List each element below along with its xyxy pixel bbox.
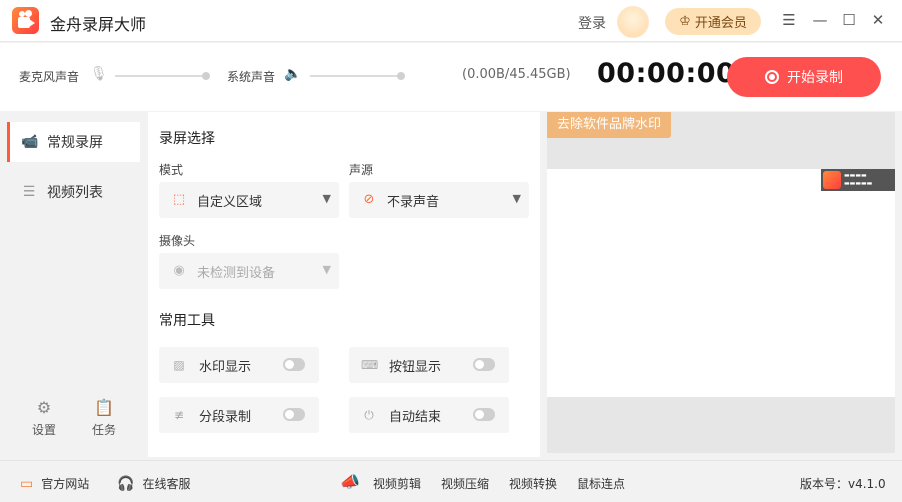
version-label: 版本号：v4.1.0 [800, 477, 886, 491]
login-link[interactable]: 登录 [578, 13, 606, 33]
app-logo-icon [12, 7, 39, 34]
system-volume-slider[interactable] [310, 72, 405, 80]
sidebar-item-regular-recording[interactable]: 📹 常规录屏 [7, 122, 140, 162]
avatar[interactable] [617, 6, 649, 38]
record-icon [765, 70, 779, 84]
segment-recording-toggle[interactable] [283, 408, 305, 421]
camera-select[interactable]: ◉ 未检测到设备 ▼ [159, 253, 339, 289]
chevron-down-icon: ▼ [512, 192, 521, 205]
camera-value: 未检测到设备 [197, 265, 276, 281]
audio-source-value: 不录声音 [387, 194, 440, 210]
audio-toolbar: 麦克风声音 🎙 系统声音 🔈 (0.00B/45.45GB) 00:00:00 … [0, 43, 902, 111]
storage-usage: (0.00B/45.45GB) [462, 67, 571, 82]
region-select-icon: ⬚ [172, 192, 186, 207]
tasks-label: 任务 [91, 423, 116, 437]
watermark-icon: ▨ [173, 358, 185, 372]
maximize-icon[interactable]: ☐ [840, 11, 858, 29]
online-support-label: 在线客服 [142, 477, 191, 491]
auto-stop-toggle[interactable] [473, 408, 495, 421]
watermark-logo-icon [823, 171, 841, 189]
record-timer: 00:00:00 [597, 58, 736, 89]
segment-recording-tool: ≢ 分段录制 [159, 397, 319, 433]
sidebar-item-label: 常规录屏 [47, 135, 103, 151]
webcam-icon: ◉ [173, 263, 185, 278]
status-bar: ▭ 官方网站 🎧 在线客服 📣 视频剪辑 视频压缩 视频转换 鼠标连点 版本号：… [0, 460, 902, 502]
official-website-link[interactable]: ▭ 官方网站 [20, 475, 89, 492]
microphone-icon[interactable]: 🎙 [90, 66, 108, 82]
gear-icon: ⚙ [36, 398, 52, 417]
title-bar: 金舟录屏大师 登录 ♔ 开通会员 ☰ — ☐ ✕ [0, 0, 902, 42]
tool-label: 分段录制 [199, 409, 252, 425]
vip-button[interactable]: ♔ 开通会员 [665, 8, 761, 35]
screen-section-title: 录屏选择 [159, 131, 215, 147]
clipboard-icon: 📋 [94, 398, 114, 417]
app-title: 金舟录屏大师 [50, 15, 147, 34]
minimize-icon[interactable]: — [811, 11, 829, 29]
audio-source-label: 声源 [349, 163, 374, 177]
button-display-tool: ⌨ 按钮显示 [349, 347, 509, 383]
mic-volume-slider[interactable] [115, 72, 210, 80]
official-website-label: 官方网站 [41, 477, 90, 491]
close-icon[interactable]: ✕ [869, 11, 887, 29]
mic-volume-label: 麦克风声音 [19, 70, 80, 84]
chevron-down-icon: ▼ [322, 263, 331, 276]
start-recording-button[interactable]: 开始录制 [727, 57, 881, 97]
sidebar-item-label: 视频列表 [47, 185, 103, 201]
mute-icon: ⊘ [363, 192, 375, 207]
headset-icon: 🎧 [117, 475, 135, 492]
brand-watermark: ▬▬▬▬ ▬▬▬▬▬ [821, 169, 895, 191]
chevron-down-icon: ▼ [322, 192, 331, 205]
remove-watermark-button[interactable]: 去除软件品牌水印 [547, 112, 672, 138]
video-compress-link[interactable]: 视频压缩 [441, 475, 489, 492]
settings-button[interactable]: ⚙ 设置 [24, 398, 64, 438]
tool-label: 按钮显示 [389, 359, 442, 375]
video-convert-link[interactable]: 视频转换 [509, 475, 557, 492]
video-edit-link[interactable]: 视频剪辑 [373, 475, 421, 492]
auto-clicker-link[interactable]: 鼠标连点 [577, 475, 625, 492]
list-icon: ☰ [22, 184, 36, 200]
watermark-toggle[interactable] [283, 358, 305, 371]
watermark-display-tool: ▨ 水印显示 [159, 347, 319, 383]
vip-button-label: 开通会员 [694, 16, 747, 31]
preview-area: 去除软件品牌水印 ▬▬▬▬ ▬▬▬▬▬ [547, 112, 895, 453]
speaker-icon[interactable]: 🔈 [284, 66, 301, 82]
mode-label: 模式 [159, 163, 184, 177]
tool-label: 水印显示 [199, 359, 252, 375]
mode-value: 自定义区域 [197, 194, 263, 210]
mode-select[interactable]: ⬚ 自定义区域 ▼ [159, 182, 339, 218]
tools-section-title: 常用工具 [159, 313, 215, 329]
button-display-toggle[interactable] [473, 358, 495, 371]
megaphone-icon: 📣 [340, 472, 360, 491]
preview-canvas [547, 169, 895, 397]
online-support-link[interactable]: 🎧 在线客服 [117, 475, 190, 492]
power-icon: ⏻ [364, 408, 374, 422]
keyboard-icon: ⌨ [361, 358, 379, 372]
camera-label: 摄像头 [159, 234, 196, 248]
settings-panel: 录屏选择 模式 ⬚ 自定义区域 ▼ 声源 ⊘ 不录声音 ▼ 摄像头 ◉ 未检测到… [148, 112, 540, 457]
audio-source-select[interactable]: ⊘ 不录声音 ▼ [349, 182, 529, 218]
video-camera-icon: 📹 [21, 134, 39, 150]
system-volume-label: 系统声音 [227, 70, 276, 84]
tasks-button[interactable]: 📋 任务 [84, 398, 124, 438]
start-recording-label: 开始录制 [787, 70, 843, 86]
crown-icon: ♔ [679, 14, 691, 29]
tool-label: 自动结束 [389, 409, 442, 425]
auto-stop-tool: ⏻ 自动结束 [349, 397, 509, 433]
menu-icon[interactable]: ☰ [780, 11, 798, 29]
sidebar-item-video-list[interactable]: ☰ 视频列表 [7, 172, 140, 212]
settings-label: 设置 [31, 423, 56, 437]
watermark-text: ▬▬▬▬ ▬▬▬▬▬ [844, 172, 873, 187]
segment-icon: ≢ [173, 408, 185, 422]
sidebar: 📹 常规录屏 ☰ 视频列表 ⚙ 设置 📋 任务 [0, 112, 146, 457]
monitor-icon: ▭ [20, 475, 34, 492]
